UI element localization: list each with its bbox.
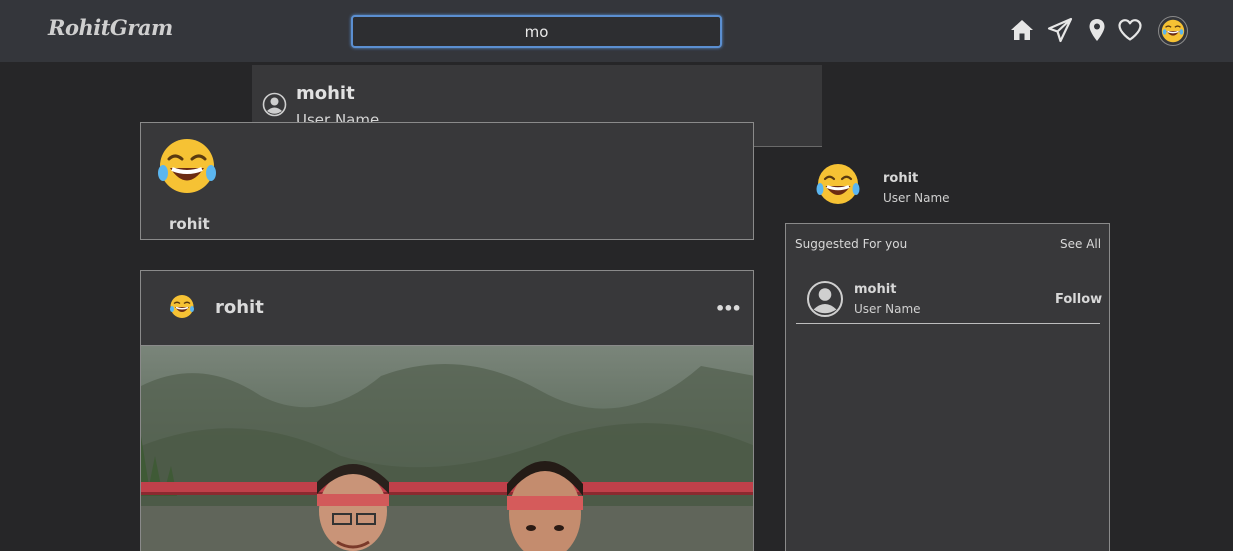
navbar: RohitGram — [0, 0, 1233, 62]
current-user-name[interactable]: rohit — [883, 171, 918, 186]
search-result-name: mohit — [296, 83, 355, 104]
suggestions-card: Suggested For you See All mohit User Nam… — [785, 223, 1110, 551]
suggestion-row: mohit User Name Follow — [796, 276, 1102, 324]
post-card: rohit ••• — [140, 270, 754, 551]
current-user-avatar[interactable] — [814, 161, 862, 209]
post-author-avatar[interactable] — [168, 293, 196, 321]
home-icon[interactable] — [1008, 16, 1036, 44]
stories-card: rohit — [140, 122, 754, 240]
see-all-link[interactable]: See All — [1060, 237, 1101, 251]
heart-icon[interactable] — [1116, 16, 1144, 44]
search-input[interactable] — [351, 15, 722, 48]
current-user-subtitle: User Name — [883, 191, 950, 205]
send-icon[interactable] — [1046, 16, 1074, 44]
user-avatar-icon[interactable] — [806, 280, 844, 318]
location-icon[interactable] — [1083, 16, 1111, 44]
post-username[interactable]: rohit — [215, 297, 264, 318]
suggestion-name[interactable]: mohit — [854, 282, 896, 297]
suggestions-title: Suggested For you — [795, 237, 908, 251]
user-avatar-icon — [262, 92, 287, 117]
story-avatar[interactable] — [155, 135, 219, 199]
suggestion-subtitle: User Name — [854, 302, 921, 316]
follow-button[interactable]: Follow — [1055, 292, 1102, 307]
post-photo — [141, 345, 753, 551]
more-options-icon[interactable]: ••• — [715, 299, 742, 318]
profile-avatar[interactable] — [1158, 16, 1188, 46]
app-logo[interactable]: RohitGram — [48, 15, 173, 40]
story-username[interactable]: rohit — [169, 215, 210, 233]
